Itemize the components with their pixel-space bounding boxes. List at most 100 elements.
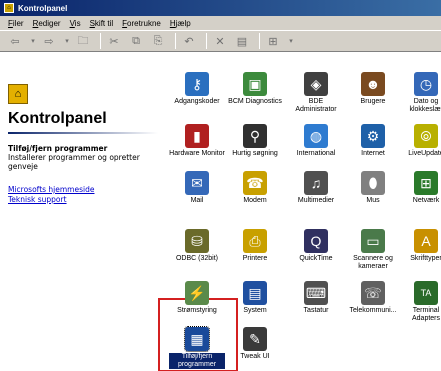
forward-icon[interactable]: ⇨	[40, 33, 58, 49]
item-label: Mus	[366, 197, 380, 204]
toolbar-separator	[206, 33, 207, 49]
control-panel-item-fonts[interactable]: A Skrifttyper	[398, 229, 441, 263]
cut-icon[interactable]: ✂	[105, 33, 123, 49]
control-panel-item-tweak-ui[interactable]: ✎ Tweak UI	[227, 327, 283, 361]
item-label: Multimedier	[297, 197, 335, 204]
control-panel-item-system[interactable]: ▤ System	[227, 281, 283, 315]
control-panel-item-quicktime[interactable]: Q QuickTime	[288, 229, 344, 263]
title-bar: ⌂ Kontrolpanel	[0, 0, 441, 16]
item-label: Netværk	[412, 197, 440, 204]
back-dropdown-icon[interactable]: ▾	[28, 33, 38, 49]
internet-icon: ⚙	[361, 124, 385, 148]
search-icon: ⚲	[243, 124, 267, 148]
properties-icon[interactable]: ▤	[233, 33, 251, 49]
control-panel-item-add-remove-programs[interactable]: ▦ Tilføj/fjern programmer	[169, 326, 225, 369]
liveupdate-icon: ⦾	[414, 124, 438, 148]
control-panel-item-keyboard[interactable]: ⌨ Tastatur	[288, 281, 344, 315]
telecom-icon: ☏	[361, 281, 385, 305]
toolbar-separator	[100, 33, 101, 49]
toolbar-separator	[175, 33, 176, 49]
item-label: Dato og klokkeslæt	[409, 98, 441, 113]
item-label: System	[243, 307, 267, 314]
item-label: Modem	[243, 197, 267, 204]
control-panel-item-bde-admin[interactable]: ◈ BDE Administrator	[288, 72, 344, 114]
item-label: Skrifttyper	[410, 255, 441, 262]
item-label: International	[296, 150, 336, 157]
item-label: Strømstyring	[177, 307, 217, 314]
up-folder-icon[interactable]: 🗀	[74, 33, 92, 49]
item-label: Hurtig søgning	[232, 150, 278, 157]
control-panel-item-liveupdate[interactable]: ⦾ LiveUpdate	[398, 124, 441, 158]
views-icon[interactable]: ⊞	[264, 33, 282, 49]
control-panel-item-multimedia[interactable]: ♫ Multimedier	[288, 171, 344, 205]
control-panel-item-diagnostics[interactable]: ▣ BCM Diagnostics	[227, 72, 283, 106]
control-panel-icon: ⌂	[8, 84, 28, 104]
menu-edit[interactable]: Rediger	[33, 19, 61, 28]
users-icon: ☻	[361, 72, 385, 96]
copy-icon[interactable]: ⧉	[127, 33, 145, 49]
item-label: Tilføj/fjern programmer	[169, 353, 225, 369]
item-label: LiveUpdate	[408, 150, 441, 157]
control-panel-item-scanner[interactable]: ▭ Scannere og kameraer	[345, 229, 401, 271]
item-label: Printere	[242, 255, 268, 262]
toolbar: ⇦ ▾ ⇨ ▾ 🗀 ✂ ⧉ ⎘ ↶ ✕ ▤ ⊞ ▾	[0, 30, 441, 52]
printer-icon: ⎙	[243, 229, 267, 253]
diagnostics-icon: ▣	[243, 72, 267, 96]
odbc-icon: ⛁	[185, 229, 209, 253]
modem-icon: ☎	[243, 171, 267, 195]
item-label: Tastatur	[303, 307, 329, 314]
control-panel-item-search[interactable]: ⚲ Hurtig søgning	[227, 124, 283, 158]
menu-help[interactable]: Hjælp	[170, 19, 191, 28]
power-icon: ⚡	[185, 281, 209, 305]
item-label: BDE Administrator	[295, 98, 337, 113]
item-label: QuickTime	[299, 255, 333, 262]
control-panel-item-keys[interactable]: ⚷ Adgangskoder	[169, 72, 225, 106]
menu-view[interactable]: Vis	[70, 19, 81, 28]
menu-file[interactable]: Filer	[8, 19, 24, 28]
control-panel-item-mouse[interactable]: ⬮ Mus	[345, 171, 401, 205]
delete-icon[interactable]: ✕	[211, 33, 229, 49]
control-panel-item-modem[interactable]: ☎ Modem	[227, 171, 283, 205]
control-panel-item-printer[interactable]: ⎙ Printere	[227, 229, 283, 263]
item-label: Tweak UI	[240, 353, 270, 360]
paste-icon[interactable]: ⎘	[149, 33, 167, 49]
hardware-monitor-icon: ▮	[185, 124, 209, 148]
control-panel-item-users[interactable]: ☻ Brugere	[345, 72, 401, 106]
tech-support-link[interactable]: Teknisk support	[8, 195, 158, 205]
globe-icon: ◍	[304, 124, 328, 148]
control-panel-item-mail[interactable]: ✉ Mail	[169, 171, 225, 205]
item-label: Brugere	[360, 98, 386, 105]
control-panel-item-telecom[interactable]: ☏ Telekommuni...	[345, 281, 401, 315]
control-panel-item-internet[interactable]: ⚙ Internet	[345, 124, 401, 158]
item-label: Internet	[361, 150, 385, 157]
forward-dropdown-icon[interactable]: ▾	[62, 33, 72, 49]
menu-favorites[interactable]: Foretrukne	[122, 19, 161, 28]
control-panel-item-network[interactable]: ⊞ Netværk	[398, 171, 441, 205]
network-icon: ⊞	[414, 171, 438, 195]
selected-item-description: Installerer programmer og opretter genve…	[8, 153, 140, 171]
scanner-icon: ▭	[361, 229, 385, 253]
control-panel-item-clock[interactable]: ◷ Dato og klokkeslæt	[398, 72, 441, 114]
microsoft-homepage-link[interactable]: Microsofts hjemmeside	[8, 185, 158, 195]
add-remove-programs-icon: ▦	[184, 326, 210, 352]
pane-title: Kontrolpanel	[8, 110, 107, 127]
views-dropdown-icon[interactable]: ▾	[286, 33, 296, 49]
item-label: Adgangskoder	[174, 98, 220, 105]
info-pane: ⌂ Kontrolpanel Tilføj/fjern programmer I…	[8, 84, 158, 205]
mouse-icon: ⬮	[361, 171, 385, 195]
control-panel-item-odbc[interactable]: ⛁ ODBC (32bit)	[169, 229, 225, 263]
item-label: Scannere og kameraer	[353, 255, 393, 270]
mail-icon: ✉	[185, 171, 209, 195]
undo-icon[interactable]: ↶	[180, 33, 198, 49]
control-panel-window-icon[interactable]: ⌂	[4, 3, 14, 13]
back-icon[interactable]: ⇦	[6, 33, 24, 49]
control-panel-item-power[interactable]: ⚡ Strømstyring	[169, 281, 225, 315]
pane-divider	[8, 132, 158, 134]
toolbar-separator	[259, 33, 260, 49]
control-panel-item-hardware-monitor[interactable]: ▮ Hardware Monitor	[169, 124, 225, 158]
tweak-ui-icon: ✎	[243, 327, 267, 351]
control-panel-item-terminal-adapter[interactable]: TA Terminal Adapters	[398, 281, 441, 323]
menu-go[interactable]: Skift til	[90, 19, 114, 28]
bde-admin-icon: ◈	[304, 72, 328, 96]
control-panel-item-globe[interactable]: ◍ International	[288, 124, 344, 158]
